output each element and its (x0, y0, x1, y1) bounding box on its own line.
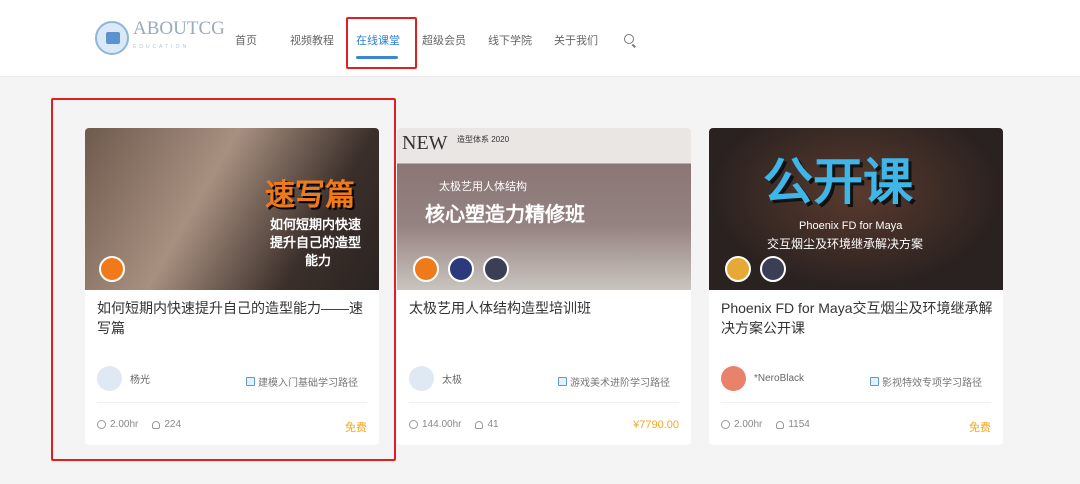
path-icon (558, 377, 567, 386)
clock-icon (409, 420, 418, 429)
price: 免费 (969, 422, 991, 434)
course-title[interactable]: 太极艺用人体结构造型培训班 (409, 298, 681, 318)
path-icon (870, 377, 879, 386)
logo-emblem-icon (95, 21, 129, 55)
search-icon[interactable] (624, 34, 634, 44)
software-badge-icon (483, 256, 509, 282)
author-name[interactable]: *NeroBlack (754, 373, 804, 384)
user-icon (776, 420, 785, 429)
banner-text: 太极艺用人体结构 (439, 181, 527, 193)
banner-text: 核心塑造力精修班 (425, 204, 585, 226)
photoshop-badge-icon (448, 256, 474, 282)
banner-text: NEW (402, 132, 448, 154)
course-thumbnail: 公开课 Phoenix FD for Maya 交互烟尘及环境继承解决方案 (709, 128, 1003, 290)
avatar (721, 366, 746, 391)
user-icon (475, 420, 484, 429)
software-badge-icon (725, 256, 751, 282)
divider (721, 402, 991, 403)
header: ABOUTCG EDUCATION 首页 视频教程 在线课堂 超级会员 线下学院 … (0, 0, 1080, 77)
banner-text: Phoenix FD for Maya (799, 220, 903, 232)
duration: 2.00hr (734, 419, 763, 430)
banner-text: 造型体系 2020 (457, 135, 510, 144)
price: ¥7790.00 (633, 419, 679, 431)
logo[interactable]: ABOUTCG EDUCATION (95, 18, 225, 56)
clock-icon (721, 420, 730, 429)
software-badge-icon (760, 256, 786, 282)
student-count: 41 (487, 419, 499, 430)
course-card[interactable]: NEW 造型体系 2020 太极艺用人体结构 核心塑造力精修班 太极艺用人体结构… (397, 128, 691, 445)
banner-text: 交互烟尘及环境继承解决方案 (767, 237, 924, 251)
duration: 144.00hr (422, 419, 462, 430)
avatar (409, 366, 434, 391)
nav-offline-academy[interactable]: 线下学院 (488, 32, 532, 48)
banner-text: 公开课 (763, 154, 913, 210)
nav-video-tutorials[interactable]: 视频教程 (290, 32, 334, 48)
highlight-box-nav (346, 17, 417, 69)
logo-subtext: EDUCATION (133, 44, 190, 50)
learning-path[interactable]: 游戏美术进阶学习路径 (570, 374, 670, 389)
course-thumbnail: NEW 造型体系 2020 太极艺用人体结构 核心塑造力精修班 (397, 128, 691, 290)
nav-about-us[interactable]: 关于我们 (554, 32, 598, 48)
course-card[interactable]: 公开课 Phoenix FD for Maya 交互烟尘及环境继承解决方案 Ph… (709, 128, 1003, 445)
software-badge-icon (413, 256, 439, 282)
nav-home[interactable]: 首页 (235, 32, 257, 48)
course-title[interactable]: Phoenix FD for Maya交互烟尘及环境继承解决方案公开课 (721, 298, 993, 338)
logo-text: ABOUTCG (133, 18, 225, 39)
divider (409, 402, 679, 403)
highlight-box-card (51, 98, 396, 461)
author-name[interactable]: 太极 (442, 371, 462, 386)
learning-path[interactable]: 影视特效专项学习路径 (882, 374, 982, 389)
nav-super-member[interactable]: 超级会员 (422, 32, 466, 48)
student-count: 1154 (788, 419, 810, 430)
